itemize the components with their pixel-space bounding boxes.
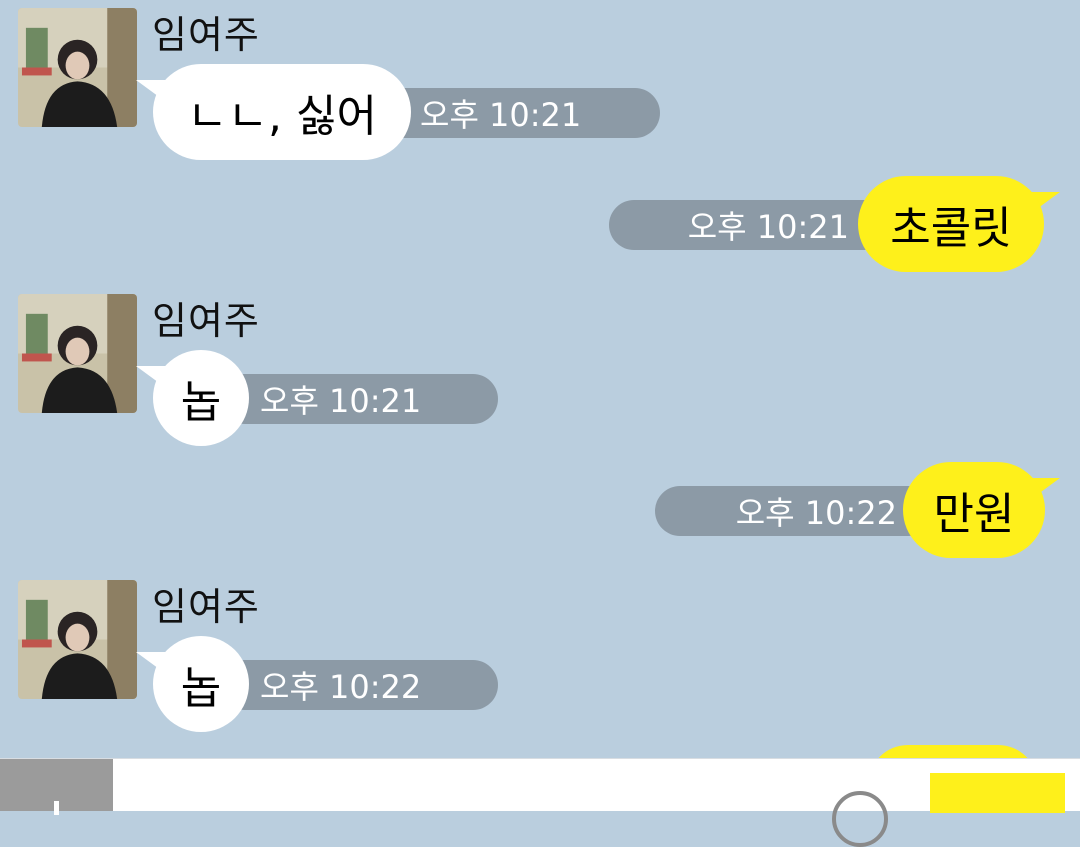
avatar-photo [18, 580, 137, 699]
plus-icon[interactable] [0, 759, 113, 815]
message-bubble-incoming[interactable]: 놉 [153, 636, 249, 732]
avatar-photo [18, 8, 137, 127]
sender-name: 임여주 [152, 299, 260, 343]
sender-avatar[interactable] [18, 8, 137, 127]
message-bubble-outgoing[interactable]: 초콜릿 [858, 176, 1044, 272]
message-time: 오후 10:21 [609, 200, 889, 250]
send-button[interactable] [930, 773, 1065, 813]
sender-avatar[interactable] [18, 580, 137, 699]
message-time: 오후 10:21 [380, 88, 660, 138]
sender-avatar[interactable] [18, 294, 137, 413]
sender-name: 임여주 [152, 13, 260, 57]
message-time: 오후 10:22 [220, 660, 498, 710]
plus-icon-stroke [54, 801, 59, 815]
sender-name: 임여주 [152, 585, 260, 629]
message-bubble-incoming[interactable]: ㄴㄴ, 싫어 [153, 64, 411, 160]
message-bubble-outgoing[interactable]: 만원 [903, 462, 1045, 558]
message-input-bar [0, 758, 1080, 847]
avatar-photo [18, 294, 137, 413]
message-time: 오후 10:21 [220, 374, 498, 424]
emoji-icon[interactable] [832, 791, 888, 847]
message-bubble-incoming[interactable]: 놉 [153, 350, 249, 446]
message-time: 오후 10:22 [655, 486, 933, 536]
message-input[interactable] [113, 759, 813, 811]
